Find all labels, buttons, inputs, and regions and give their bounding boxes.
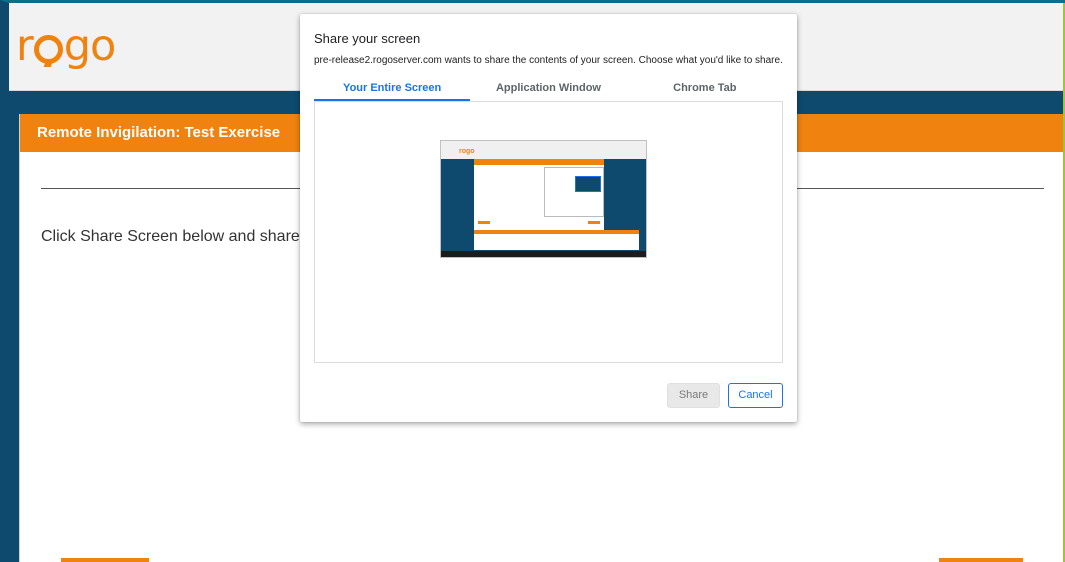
dialog-subtitle: pre-release2.rogoserver.com wants to sha… <box>314 55 783 66</box>
share-screen-button[interactable] <box>939 558 1023 562</box>
thumbnail-button <box>478 221 490 224</box>
logo-text-end: go <box>63 21 117 71</box>
thumbnail-title-bar <box>474 159 604 165</box>
share-button[interactable]: Share <box>667 383 720 408</box>
cancel-button[interactable]: Cancel <box>728 383 783 408</box>
logo-speech-bubble-icon <box>33 35 63 64</box>
thumbnail-header: rogo <box>441 141 646 159</box>
tab-application-window[interactable]: Application Window <box>470 80 626 101</box>
tab-entire-screen[interactable]: Your Entire Screen <box>314 80 471 101</box>
dialog-title: Share your screen <box>314 31 421 46</box>
thumbnail-dialog-preview <box>575 176 601 192</box>
thumbnail-logo: rogo <box>459 148 475 155</box>
page-title: Remote Invigilation: Test Exercise <box>37 124 281 141</box>
tab-chrome-tab[interactable]: Chrome Tab <box>627 80 783 101</box>
logo-text-start: r <box>16 21 34 71</box>
thumbnail-content <box>474 159 604 230</box>
instruction-text: Click Share Screen below and share y <box>41 228 313 245</box>
screen-thumbnail[interactable]: rogo <box>440 140 647 258</box>
source-tabs: Your Entire Screen Application Window Ch… <box>314 80 783 101</box>
thumbnail-button <box>588 221 600 224</box>
screen-preview-panel: rogo <box>314 101 783 363</box>
thumbnail-dialog <box>544 167 604 217</box>
back-button[interactable] <box>61 558 149 562</box>
thumbnail-bottom-bar <box>474 230 639 234</box>
thumbnail-bottom-panel <box>474 230 639 250</box>
share-screen-dialog: Share your screen pre-release2.rogoserve… <box>300 14 797 422</box>
rogo-logo[interactable]: r go <box>16 25 116 68</box>
thumbnail-taskbar <box>441 251 646 257</box>
